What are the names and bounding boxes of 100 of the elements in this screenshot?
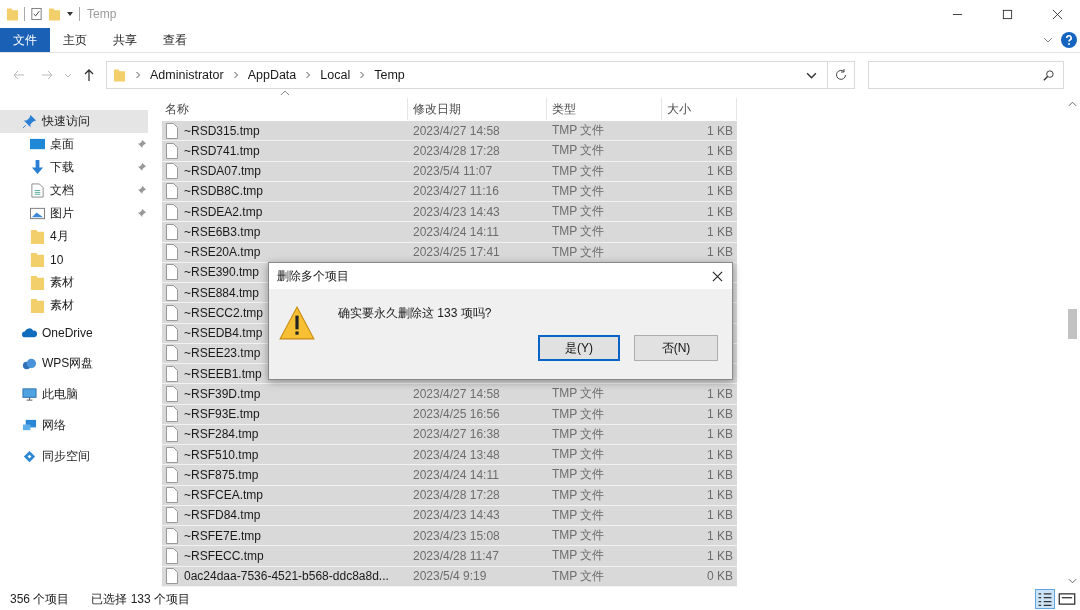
file-row[interactable]: ~RSE20A.tmp 2023/4/25 17:41 TMP 文件 1 KB (162, 242, 737, 263)
sidebar-item[interactable]: 网络 (0, 410, 160, 441)
file-name: ~RSE390.tmp (184, 265, 260, 280)
ribbon-tab[interactable]: 主页 (50, 28, 100, 52)
file-row[interactable]: ~RSF284.tmp 2023/4/27 16:38 TMP 文件 1 KB (162, 424, 737, 445)
table-cell: 1 KB (707, 224, 733, 239)
table-cell: 1 KB (707, 204, 733, 219)
file-name: ~RSDEA2.tmp (184, 204, 263, 219)
dropdown-caret-icon[interactable] (66, 10, 74, 18)
details-view-icon[interactable] (1036, 590, 1054, 608)
scrollbar-thumb[interactable] (1068, 309, 1077, 339)
breadcrumb[interactable]: Temp (374, 68, 405, 82)
close-icon[interactable] (712, 270, 723, 282)
download-arrow-icon (30, 160, 45, 175)
table-cell: 1 KB (707, 184, 733, 199)
file-row[interactable]: ~RSE6B3.tmp 2023/4/24 14:11 TMP 文件 1 KB (162, 222, 737, 243)
sidebar-item[interactable]: 桌面 (0, 133, 160, 156)
table-cell: 2023/4/24 13:48 (413, 447, 500, 462)
large-icons-view-icon[interactable] (1058, 590, 1076, 608)
file-name: ~RSE20A.tmp (184, 245, 261, 260)
table-cell: 2023/4/23 15:08 (413, 528, 500, 543)
chevron-right-icon[interactable] (135, 71, 141, 79)
chevron-right-icon[interactable] (232, 71, 239, 79)
file-row[interactable]: ~RSFECC.tmp 2023/4/28 11:47 TMP 文件 1 KB (162, 546, 737, 567)
sidebar-item[interactable]: 素材 (0, 294, 160, 317)
table-cell: 1 KB (707, 528, 733, 543)
ribbon-tab[interactable]: 查看 (150, 28, 200, 52)
search-field[interactable] (868, 61, 1064, 89)
forward-arrow-icon[interactable] (40, 68, 54, 82)
file-row[interactable]: ~RSFD84.tmp 2023/4/23 14:43 TMP 文件 1 KB (162, 505, 737, 526)
sidebar-item[interactable]: OneDrive (0, 317, 160, 348)
pin-icon (22, 114, 37, 129)
column-header[interactable]: 修改日期 (408, 98, 547, 120)
file-row[interactable]: ~RSD741.tmp 2023/4/28 17:28 TMP 文件 1 KB (162, 141, 737, 162)
table-cell: TMP 文件 (552, 547, 605, 565)
column-header[interactable]: 类型 (547, 98, 662, 120)
sidebar-item[interactable]: 下载 (0, 156, 160, 179)
sidebar-item[interactable]: 素材 (0, 271, 160, 294)
file-name: ~RSECC2.tmp (184, 305, 264, 320)
pin-icon (137, 163, 146, 172)
table-cell: TMP 文件 (552, 527, 605, 545)
recent-caret-icon[interactable] (64, 71, 72, 79)
refresh-button[interactable] (827, 61, 855, 89)
column-header[interactable]: 名称 (160, 98, 408, 120)
properties-icon[interactable] (30, 6, 43, 22)
table-cell: TMP 文件 (552, 466, 605, 484)
sidebar-item[interactable]: 快速访问 (0, 110, 148, 133)
maximize-icon[interactable] (1002, 8, 1013, 20)
file-row[interactable]: 0ac24daa-7536-4521-b568-ddc8a8d... 2023/5/4 9:19 TMP 文件 0 KB (162, 566, 737, 587)
pin-icon (137, 140, 146, 149)
file-icon (166, 304, 178, 321)
sidebar-item[interactable]: 文档 (0, 179, 160, 202)
file-row[interactable]: ~RSFCEA.tmp 2023/4/28 17:28 TMP 文件 1 KB (162, 485, 737, 506)
file-row[interactable]: ~RSF510.tmp 2023/4/24 13:48 TMP 文件 1 KB (162, 445, 737, 466)
help-icon[interactable] (1061, 32, 1077, 48)
file-icon (166, 203, 178, 220)
table-cell: 2023/4/25 16:56 (413, 407, 500, 422)
close-icon[interactable] (1052, 8, 1063, 20)
table-cell: 1 KB (707, 245, 733, 260)
file-icon (166, 183, 178, 200)
table-cell: TMP 文件 (552, 385, 605, 403)
chevron-right-icon[interactable] (305, 71, 312, 79)
table-cell: TMP 文件 (552, 182, 605, 200)
file-row[interactable]: ~RSF39D.tmp 2023/4/27 14:58 TMP 文件 1 KB (162, 384, 737, 405)
table-cell: TMP 文件 (552, 405, 605, 423)
table-cell: 2023/4/23 14:43 (413, 508, 500, 523)
sidebar-item[interactable]: 此电脑 (0, 379, 160, 410)
breadcrumb[interactable]: Local (320, 68, 351, 82)
address-bar[interactable]: Administrator AppData Local Temp (106, 61, 828, 89)
file-row[interactable]: ~RSF93E.tmp 2023/4/25 16:56 TMP 文件 1 KB (162, 404, 737, 425)
sidebar-item[interactable]: 同步空间 (0, 441, 160, 472)
ribbon-tab[interactable]: 文件 (0, 28, 50, 52)
file-row[interactable]: ~RSDB8C.tmp 2023/4/27 11:16 TMP 文件 1 KB (162, 181, 737, 202)
file-icon (166, 568, 178, 585)
sidebar-item[interactable]: 10 (0, 248, 160, 271)
breadcrumb[interactable]: Administrator (150, 68, 224, 82)
column-header[interactable]: 大小 (662, 98, 737, 120)
pin-icon (137, 209, 146, 218)
dialog-button[interactable]: 是(Y) (538, 335, 620, 361)
breadcrumb[interactable]: AppData (247, 68, 297, 82)
table-cell: 1 KB (707, 508, 733, 523)
file-name: ~RSE6B3.tmp (184, 224, 261, 239)
scroll-up-icon[interactable] (1068, 101, 1077, 107)
ribbon-tab[interactable]: 共享 (100, 28, 150, 52)
file-icon (166, 426, 178, 443)
file-row[interactable]: ~RSFE7E.tmp 2023/4/23 15:08 TMP 文件 1 KB (162, 526, 737, 547)
file-row[interactable]: ~RSD315.tmp 2023/4/27 14:58 TMP 文件 1 KB (162, 121, 737, 142)
sidebar-item[interactable]: WPS网盘 (0, 348, 160, 379)
up-arrow-icon[interactable] (82, 68, 96, 82)
file-row[interactable]: ~RSDA07.tmp 2023/5/4 11:07 TMP 文件 1 KB (162, 161, 737, 182)
back-arrow-icon[interactable] (12, 68, 26, 82)
dialog-button[interactable]: 否(N) (634, 335, 718, 361)
scroll-down-icon[interactable] (1068, 578, 1077, 584)
file-row[interactable]: ~RSDEA2.tmp 2023/4/23 14:43 TMP 文件 1 KB (162, 202, 737, 223)
sidebar-item[interactable]: 图片 (0, 202, 160, 225)
file-row[interactable]: ~RSF875.tmp 2023/4/24 14:11 TMP 文件 1 KB (162, 465, 737, 486)
file-icon (166, 385, 178, 402)
sidebar-item[interactable]: 4月 (0, 225, 160, 248)
chevron-right-icon[interactable] (359, 71, 366, 79)
file-icon (166, 446, 178, 463)
